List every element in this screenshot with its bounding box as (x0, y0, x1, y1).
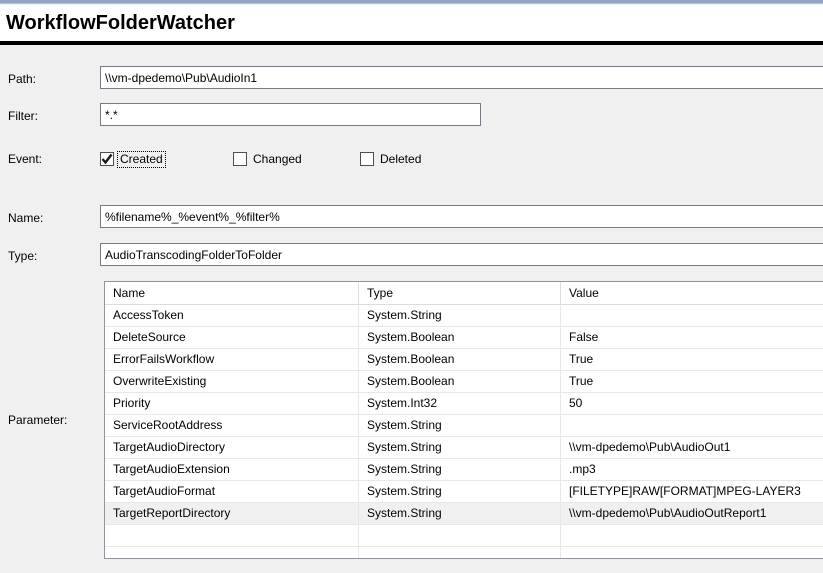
table-cell: TargetReportDirectory (105, 503, 359, 524)
table-cell: DeleteSource (105, 327, 359, 348)
path-label: Path: (8, 72, 36, 86)
type-input[interactable] (100, 243, 823, 266)
checkbox-changed[interactable]: Changed (233, 151, 304, 167)
table-cell: \\vm-dpedemo\Pub\AudioOutReport1 (561, 503, 823, 524)
table-row[interactable]: ServiceRootAddressSystem.String (105, 415, 823, 437)
table-cell: System.Boolean (359, 327, 561, 348)
table-row[interactable] (105, 525, 823, 547)
table-cell: ErrorFailsWorkflow (105, 349, 359, 370)
table-cell: System.Int32 (359, 393, 561, 414)
table-cell (561, 547, 823, 559)
table-cell (561, 305, 823, 326)
table-cell: System.String (359, 503, 561, 524)
event-label: Event: (8, 152, 42, 166)
column-header-value[interactable]: Value (561, 282, 823, 304)
table-cell: False (561, 327, 823, 348)
top-accent-bar (0, 0, 823, 4)
name-input[interactable] (100, 205, 823, 228)
checkbox-created-box[interactable] (100, 152, 114, 166)
filter-input[interactable] (100, 103, 481, 126)
table-cell: System.Boolean (359, 349, 561, 370)
table-cell (359, 547, 561, 559)
name-label: Name: (8, 211, 43, 225)
table-row[interactable]: ErrorFailsWorkflowSystem.BooleanTrue (105, 349, 823, 371)
table-row[interactable]: TargetAudioExtensionSystem.String.mp3 (105, 459, 823, 481)
table-cell: System.String (359, 437, 561, 458)
table-row[interactable]: TargetReportDirectorySystem.String\\vm-d… (105, 503, 823, 525)
table-cell: .mp3 (561, 459, 823, 480)
table-row[interactable]: TargetAudioFormatSystem.String[FILETYPE]… (105, 481, 823, 503)
parameter-table-header: Name Type Value (105, 282, 823, 305)
table-row[interactable]: OverwriteExistingSystem.BooleanTrue (105, 371, 823, 393)
table-cell: [FILETYPE]RAW[FORMAT]MPEG-LAYER3 (561, 481, 823, 502)
table-cell: AccessToken (105, 305, 359, 326)
table-cell: TargetAudioDirectory (105, 437, 359, 458)
checkbox-deleted-label: Deleted (378, 152, 423, 167)
parameter-table[interactable]: Name Type Value AccessTokenSystem.String… (104, 281, 823, 559)
checkmark-icon (101, 153, 113, 165)
parameter-label: Parameter: (8, 413, 67, 427)
table-cell: 50 (561, 393, 823, 414)
table-row[interactable]: AccessTokenSystem.String (105, 305, 823, 327)
table-cell: TargetAudioFormat (105, 481, 359, 502)
table-cell (359, 525, 561, 546)
table-cell: System.Boolean (359, 371, 561, 392)
table-cell: System.String (359, 481, 561, 502)
table-cell: System.String (359, 305, 561, 326)
table-cell: System.String (359, 459, 561, 480)
table-cell: Priority (105, 393, 359, 414)
table-row[interactable]: TargetAudioDirectorySystem.String\\vm-dp… (105, 437, 823, 459)
checkbox-deleted-box[interactable] (360, 152, 374, 166)
checkbox-created-label: Created (118, 152, 165, 167)
workflow-folder-watcher-window: WorkflowFolderWatcher Path: Filter: Even… (0, 0, 823, 573)
table-cell (561, 525, 823, 546)
table-cell: System.String (359, 415, 561, 436)
table-cell (561, 415, 823, 436)
table-row[interactable]: PrioritySystem.Int3250 (105, 393, 823, 415)
checkbox-changed-label: Changed (251, 152, 304, 167)
table-cell (105, 547, 359, 559)
page-title: WorkflowFolderWatcher (0, 5, 823, 41)
table-cell: TargetAudioExtension (105, 459, 359, 480)
table-row[interactable]: DeleteSourceSystem.BooleanFalse (105, 327, 823, 349)
parameter-table-body: AccessTokenSystem.StringDeleteSourceSyst… (105, 305, 823, 559)
column-header-type[interactable]: Type (359, 282, 561, 304)
table-cell: ServiceRootAddress (105, 415, 359, 436)
table-cell: OverwriteExisting (105, 371, 359, 392)
table-cell: True (561, 349, 823, 370)
title-underline (0, 41, 823, 45)
filter-label: Filter: (8, 109, 38, 123)
checkbox-changed-box[interactable] (233, 152, 247, 166)
table-cell: True (561, 371, 823, 392)
checkbox-created[interactable]: Created (100, 151, 165, 167)
table-cell: \\vm-dpedemo\Pub\AudioOut1 (561, 437, 823, 458)
checkbox-deleted[interactable]: Deleted (360, 151, 423, 167)
path-input[interactable] (100, 66, 823, 89)
title-band: WorkflowFolderWatcher (0, 5, 823, 41)
table-row[interactable] (105, 547, 823, 559)
column-header-name[interactable]: Name (105, 282, 359, 304)
table-cell (105, 525, 359, 546)
type-label: Type: (8, 249, 37, 263)
